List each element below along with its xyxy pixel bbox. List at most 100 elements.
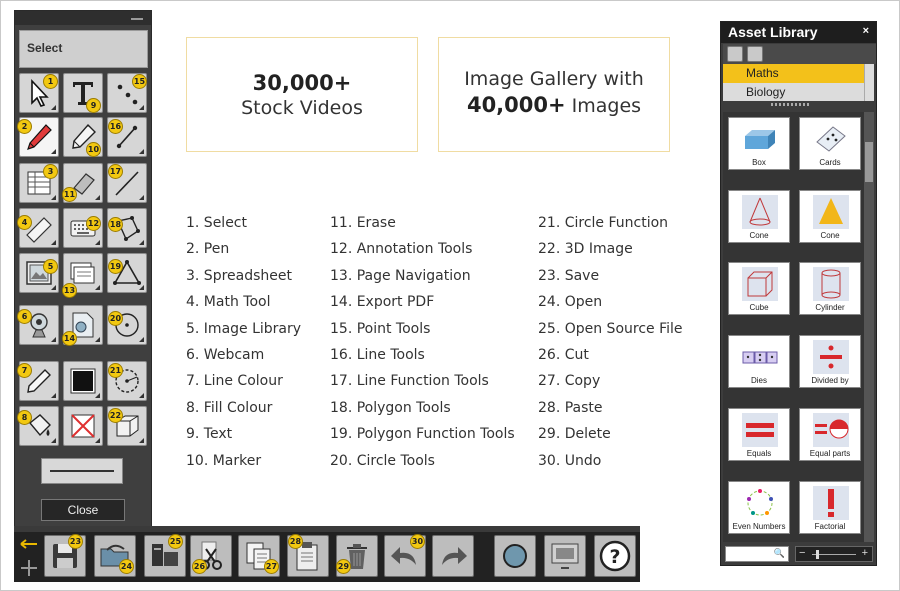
- legend-item: 20. Circle Tools: [330, 452, 435, 469]
- asset-card-box[interactable]: Box: [728, 117, 790, 170]
- bottom-toolbar: ? 23 24 25 26 27 28 29 30: [14, 526, 640, 582]
- legend-item: 9. Text: [186, 426, 233, 443]
- badge-24: 24: [119, 559, 134, 574]
- badge-29: 29: [336, 559, 351, 574]
- legend-item: 28. Paste: [538, 399, 603, 416]
- colour-swatch-button[interactable]: [63, 361, 103, 401]
- gallery-text: Images: [571, 95, 642, 117]
- asset-footer: 🔍 − +: [723, 544, 876, 564]
- line-style-preview[interactable]: [41, 458, 123, 484]
- search-icon: 🔍: [773, 548, 785, 558]
- zoom-out-button[interactable]: −: [799, 547, 805, 559]
- image-gallery-box: Image Gallery with 40,000+ Images: [438, 37, 670, 152]
- badge-4: 4: [17, 215, 32, 230]
- legend-item: 3. Spreadsheet: [186, 267, 292, 284]
- dice-icon: [742, 351, 778, 364]
- tab-webcam-icon[interactable]: [747, 46, 763, 62]
- legend-column-1: 1. Select 2. Pen 3. Spreadsheet 4. Math …: [186, 212, 301, 476]
- help-button[interactable]: ?: [594, 535, 636, 577]
- asset-card-divided-by[interactable]: Divided by: [799, 335, 861, 388]
- badge-19: 19: [108, 259, 123, 274]
- cube-outline-icon: [742, 267, 778, 301]
- category-maths[interactable]: Maths: [723, 64, 864, 83]
- asset-card-cards[interactable]: Cards: [799, 117, 861, 170]
- asset-card-dies[interactable]: Dies: [728, 335, 790, 388]
- badge-30: 30: [410, 534, 425, 549]
- current-tool-label: Select: [19, 30, 148, 68]
- gallery-title: Image Gallery with: [464, 68, 644, 90]
- legend-item: 27. Copy: [538, 373, 601, 390]
- stock-videos-box: 30,000+ Stock Videos: [186, 37, 418, 152]
- badge-12: 12: [86, 216, 101, 231]
- asset-card-factorial[interactable]: Factorial: [799, 481, 861, 534]
- badge-2: 2: [17, 119, 32, 134]
- dock-arrows-icon[interactable]: [18, 536, 40, 578]
- badge-17: 17: [108, 164, 123, 179]
- badge-7: 7: [17, 363, 32, 378]
- resize-handle[interactable]: [771, 103, 811, 106]
- legend-item: 14. Export PDF: [330, 294, 435, 311]
- zoom-slider[interactable]: − +: [795, 546, 873, 562]
- legend-item: 18. Polygon Tools: [330, 399, 451, 416]
- zoom-thumb[interactable]: [816, 550, 819, 559]
- redo-button[interactable]: [432, 535, 474, 577]
- badge-5: 5: [43, 259, 58, 274]
- black-swatch-icon: [70, 368, 96, 394]
- category-scrollbar[interactable]: [864, 64, 874, 101]
- equal-parts-icon: [813, 413, 849, 447]
- asset-search-input[interactable]: 🔍: [725, 546, 789, 562]
- badge-10: 10: [86, 142, 101, 157]
- asset-grid-scrollbar[interactable]: [864, 112, 874, 542]
- badge-9: 9: [86, 98, 101, 113]
- close-button[interactable]: Close: [41, 499, 125, 521]
- asset-card-cube[interactable]: Cube: [728, 262, 790, 315]
- asset-grid: Box Cards Cone Cone Cube Cylinder Dies D…: [723, 112, 864, 542]
- divide-sign-icon: [813, 340, 849, 374]
- asset-card-even-numbers[interactable]: Even Numbers: [728, 481, 790, 534]
- cylinder-icon: [813, 267, 849, 301]
- scroll-thumb[interactable]: [865, 142, 873, 182]
- asset-card-cone[interactable]: Cone: [728, 190, 790, 243]
- legend-item: 15. Point Tools: [330, 320, 431, 337]
- asset-card-equals[interactable]: Equals: [728, 408, 790, 461]
- box-icon: [745, 130, 775, 149]
- badge-6: 6: [17, 309, 32, 324]
- legend-item: 26. Cut: [538, 346, 589, 363]
- videos-text: Stock Videos: [241, 97, 363, 119]
- legend-item: 22. 3D Image: [538, 241, 633, 258]
- legend-item: 7. Line Colour: [186, 373, 283, 390]
- badge-22: 22: [108, 408, 123, 423]
- badge-13: 13: [62, 283, 77, 298]
- palette-grip[interactable]: [15, 11, 151, 25]
- badge-28: 28: [288, 534, 303, 549]
- monitor-icon: [551, 543, 579, 569]
- no-fill-icon: [71, 414, 95, 438]
- badge-8: 8: [17, 410, 32, 425]
- no-fill-swatch-button[interactable]: [63, 406, 103, 446]
- category-list: Maths Biology: [723, 64, 864, 101]
- zoom-in-button[interactable]: +: [862, 547, 868, 559]
- badge-3: 3: [43, 164, 58, 179]
- help-icon: ?: [599, 540, 631, 572]
- legend-item: 19. Polygon Function Tools: [330, 426, 515, 443]
- legend-item: 12. Annotation Tools: [330, 241, 473, 258]
- screen-share-button[interactable]: [544, 535, 586, 577]
- category-biology[interactable]: Biology: [723, 83, 864, 101]
- badge-27: 27: [264, 559, 279, 574]
- cone-filled-icon: [813, 195, 849, 229]
- playing-cards-icon: [816, 126, 846, 152]
- legend-item: 4. Math Tool: [186, 294, 271, 311]
- asset-card-cylinder[interactable]: Cylinder: [799, 262, 861, 315]
- asset-card-cone-filled[interactable]: Cone: [799, 190, 861, 243]
- legend-item: 8. Fill Colour: [186, 399, 273, 416]
- record-button[interactable]: [494, 535, 536, 577]
- gallery-line2: 40,000+ Images: [439, 93, 669, 117]
- close-icon[interactable]: ×: [863, 25, 869, 37]
- tab-images-icon[interactable]: [727, 46, 743, 62]
- minimize-icon[interactable]: [131, 18, 143, 20]
- badge-15: 15: [132, 74, 147, 89]
- asset-card-equal-parts[interactable]: Equal parts: [799, 408, 861, 461]
- even-numbers-icon: [747, 489, 773, 516]
- asset-library-title-bar[interactable]: Asset Library ×: [721, 22, 876, 43]
- record-circle-icon: [503, 544, 527, 568]
